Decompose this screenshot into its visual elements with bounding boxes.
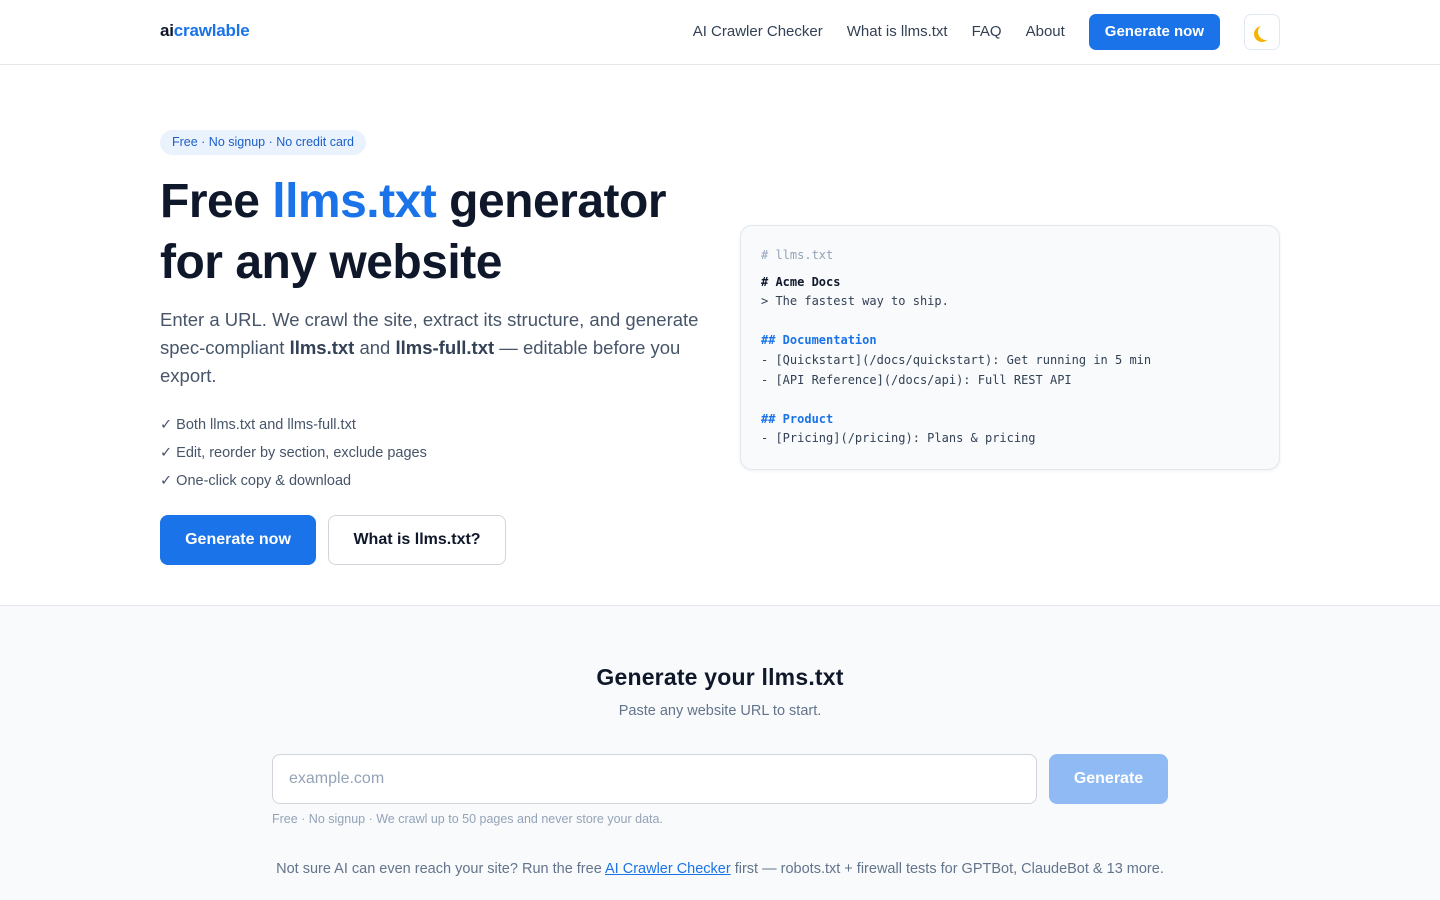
code-blank: [761, 312, 1259, 332]
code-item: - [Quickstart](/docs/quickstart): Get ru…: [761, 352, 1152, 367]
code-section-documentation: ## Documentation: [761, 333, 877, 348]
code-item: - [Pricing](/pricing): Plans & pricing: [761, 431, 1036, 446]
hero-description: Enter a URL. We crawl the site, extract …: [160, 306, 700, 390]
hint-pre: Not sure AI can even reach your site? Ru…: [276, 861, 605, 877]
code-quote: > The fastest way to ship.: [761, 294, 949, 309]
hero-title-accent: llms.txt: [272, 175, 437, 228]
generate-button[interactable]: Generate: [1049, 754, 1168, 804]
main-nav: AI Crawler Checker What is llms.txt FAQ …: [693, 14, 1280, 50]
site-logo[interactable]: aicrawlable: [160, 21, 250, 41]
hero-section: Free · No signup · No credit card Free l…: [0, 65, 1440, 606]
feature-list: ✓ Both llms.txt and llms-full.txt ✓ Edit…: [160, 411, 427, 495]
ai-crawler-checker-link[interactable]: AI Crawler Checker: [605, 861, 731, 877]
code-section-product: ## Product: [761, 411, 834, 426]
url-input[interactable]: [272, 754, 1037, 804]
generator-note: Free · No signup · We crawl up to 50 pag…: [272, 812, 663, 826]
moon-icon: [1258, 24, 1274, 40]
hero-title: Free llms.txt generator for any website: [160, 171, 720, 293]
code-comment: # llms.txt: [761, 248, 834, 262]
code-heading: # Acme Docs: [761, 274, 841, 289]
site-header: aicrawlable AI Crawler Checker What is l…: [0, 0, 1440, 65]
crawler-checker-hint: Not sure AI can even reach your site? Ru…: [0, 861, 1440, 877]
logo-crawlable-text: crawlable: [173, 21, 250, 40]
hero-generate-now-button[interactable]: Generate now: [160, 515, 316, 565]
feature-item: ✓ Edit, reorder by section, exclude page…: [160, 445, 427, 461]
nav-link-what-is-llms-txt[interactable]: What is llms.txt: [847, 14, 948, 50]
hero-badge: Free · No signup · No credit card: [160, 130, 367, 155]
nav-link-ai-crawler-checker[interactable]: AI Crawler Checker: [693, 14, 823, 50]
hero-desc-llms-full-txt: llms-full.txt: [395, 337, 495, 358]
generator-subtitle: Paste any website URL to start.: [618, 703, 822, 719]
code-blank: [761, 390, 1259, 410]
code-item: - [API Reference](/docs/api): Full REST …: [761, 372, 1072, 387]
logo-ai-text: ai: [160, 21, 174, 40]
llms-txt-preview: # llms.txt # Acme Docs > The fastest way…: [740, 225, 1280, 470]
generator-title: Generate your llms.txt: [596, 664, 844, 690]
hint-post: first — robots.txt + firewall tests for …: [730, 861, 1164, 877]
hero-desc-part-2: and: [354, 337, 396, 358]
nav-link-about[interactable]: About: [1026, 14, 1065, 50]
hero-title-pre: Free: [160, 175, 273, 228]
what-is-llms-txt-button[interactable]: What is llms.txt?: [328, 515, 506, 565]
header-generate-now-button[interactable]: Generate now: [1088, 14, 1220, 50]
hero-desc-llms-txt: llms.txt: [289, 337, 355, 358]
nav-link-faq[interactable]: FAQ: [972, 14, 1002, 50]
feature-item: ✓ Both llms.txt and llms-full.txt: [160, 417, 356, 433]
feature-item: ✓ One-click copy & download: [160, 473, 352, 489]
generator-section: Generate your llms.txt Paste any website…: [0, 606, 1440, 900]
theme-toggle-button[interactable]: [1244, 14, 1280, 50]
